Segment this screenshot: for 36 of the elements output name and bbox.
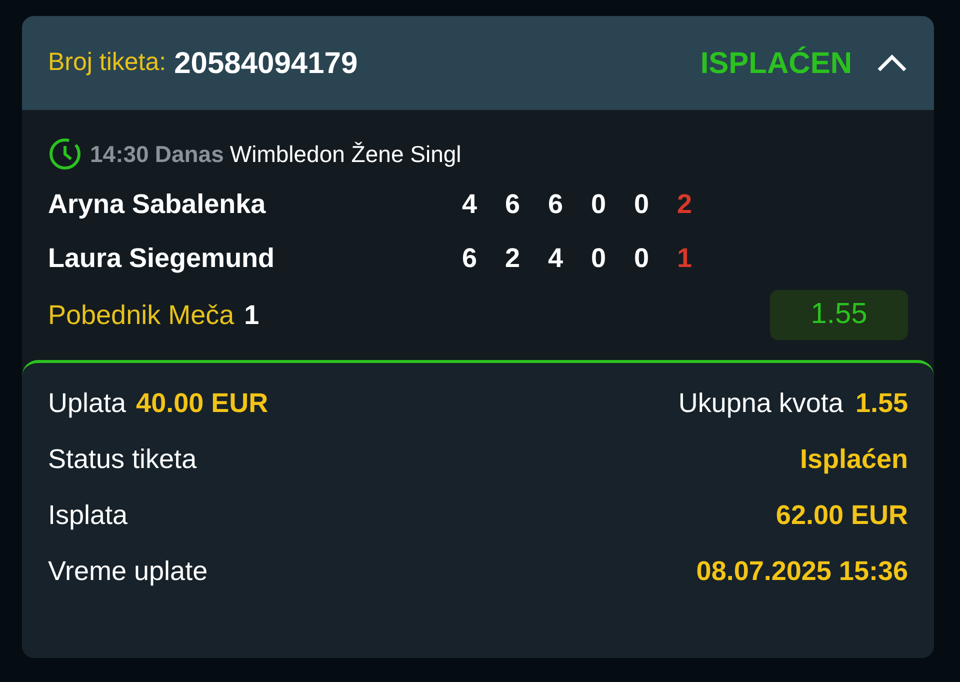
ticket-label: Broj tiketa: xyxy=(48,47,166,78)
match-day: Danas xyxy=(154,136,224,172)
set-score: 0 xyxy=(591,188,608,221)
total-odds-label: Ukupna kvota xyxy=(678,386,844,420)
stake-value: 40.00 EUR xyxy=(136,386,268,420)
summary-value: 08.07.2025 15:36 xyxy=(696,554,908,588)
set-score: 0 xyxy=(634,188,650,221)
summary-label: Vreme uplate xyxy=(48,554,208,588)
market-name: Pobednik Meča xyxy=(48,298,234,332)
set-score: 2 xyxy=(505,242,522,275)
summary-value: Isplaćen xyxy=(800,442,908,476)
player-name: Aryna Sabalenka xyxy=(48,188,267,221)
ticket-status: ISPLAĆEN xyxy=(700,45,852,82)
pick: 1 xyxy=(244,298,260,332)
summary-value: 62.00 EUR xyxy=(776,498,908,532)
set-score: 6 xyxy=(505,188,522,221)
ticket-header[interactable]: Broj tiketa: 20584094179 ISPLAĆEN xyxy=(22,16,934,110)
ticket-number: 20584094179 xyxy=(174,46,358,82)
total-odds-value: 1.55 xyxy=(855,386,908,420)
player-name: Laura Siegemund xyxy=(48,242,276,275)
sets-won: 2 xyxy=(677,188,694,221)
set-score: 4 xyxy=(462,188,478,221)
odds-badge: 1.55 xyxy=(770,290,908,340)
summary-label: Status tiketa xyxy=(48,442,197,476)
set-score: 6 xyxy=(462,242,478,275)
set-score: 4 xyxy=(548,242,564,275)
stake-label: Uplata xyxy=(48,386,126,420)
set-score: 6 xyxy=(548,188,564,221)
sets-won: 1 xyxy=(677,242,694,275)
summary-label: Isplata xyxy=(48,498,128,532)
chevron-icon[interactable] xyxy=(876,53,908,73)
competition-name: Wimbledon Žene Singl xyxy=(230,140,462,169)
match-time: 14:30 xyxy=(90,140,149,169)
set-score: 0 xyxy=(591,242,608,275)
clock-icon xyxy=(48,137,82,171)
set-score: 0 xyxy=(634,242,650,275)
